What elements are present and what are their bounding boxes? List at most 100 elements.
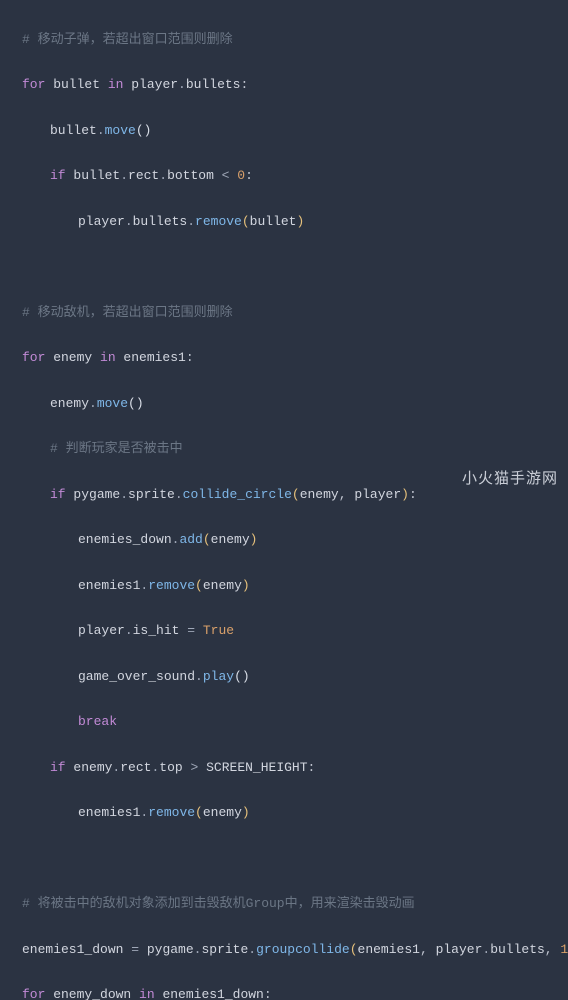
dot: .	[172, 532, 180, 547]
ident: enemies1	[116, 350, 186, 365]
ident: enemies1_down	[155, 987, 264, 1000]
dot: .	[140, 805, 148, 820]
space	[195, 623, 203, 638]
kw-in: in	[100, 350, 116, 365]
comment-line: # 将被击中的敌机对象添加到击毁敌机Group中，用来渲染击毁动画	[22, 896, 415, 911]
space	[198, 760, 206, 775]
dot: .	[482, 942, 490, 957]
dot: .	[89, 396, 97, 411]
ident: enemies1	[78, 578, 140, 593]
ident: bullet	[45, 77, 107, 92]
dot: .	[125, 214, 133, 229]
colon: :	[240, 77, 248, 92]
parens: ()	[136, 123, 152, 138]
ident: bullets	[186, 77, 241, 92]
rparen: )	[250, 532, 258, 547]
op-assign: =	[131, 942, 139, 957]
ident: enemy	[50, 396, 89, 411]
rparen: )	[242, 805, 250, 820]
arg: enemies1	[358, 942, 420, 957]
lparen: (	[195, 805, 203, 820]
arg: bullets	[490, 942, 545, 957]
number: 1	[560, 942, 568, 957]
parens: ()	[234, 669, 250, 684]
ident: is_hit	[133, 623, 188, 638]
arg: enemy	[203, 578, 242, 593]
dot: .	[178, 77, 186, 92]
dot: .	[125, 623, 133, 638]
op-gt: >	[190, 760, 198, 775]
lparen: (	[195, 578, 203, 593]
dot: .	[151, 760, 159, 775]
func-call: remove	[148, 805, 195, 820]
comma: ,	[545, 942, 561, 957]
dot: .	[120, 168, 128, 183]
ident: player	[78, 623, 125, 638]
code-editor: # 移动子弹，若超出窗口范围则删除 for bullet in player.b…	[0, 0, 568, 1000]
dot: .	[195, 669, 203, 684]
dot: .	[112, 760, 120, 775]
ident: bullets	[133, 214, 188, 229]
lparen: (	[242, 214, 250, 229]
dot: .	[159, 168, 167, 183]
ident: enemies1_down	[22, 942, 131, 957]
kw-for: for	[22, 350, 45, 365]
rparen: )	[296, 214, 304, 229]
arg: bullet	[250, 214, 297, 229]
ident: player	[78, 214, 125, 229]
kw-break: break	[78, 714, 117, 729]
ident: enemies_down	[78, 532, 172, 547]
lparen: (	[350, 942, 358, 957]
comment-line: # 移动子弹，若超出窗口范围则删除	[22, 32, 233, 47]
ident: enemy	[45, 350, 100, 365]
func-call: move	[105, 123, 136, 138]
ident: top	[159, 760, 190, 775]
op-assign: =	[187, 623, 195, 638]
ident: player	[123, 77, 178, 92]
dot: .	[194, 942, 202, 957]
comma: ,	[420, 942, 436, 957]
dot: .	[248, 942, 256, 957]
colon: :	[245, 168, 253, 183]
parens: ()	[128, 396, 144, 411]
comment-line: # 移动敌机，若超出窗口范围则删除	[22, 305, 233, 320]
ident: bottom	[167, 168, 222, 183]
ident: pygame	[147, 942, 194, 957]
kw-if: if	[50, 168, 66, 183]
dot: .	[187, 214, 195, 229]
ident: bullet	[50, 123, 97, 138]
func-call: remove	[148, 578, 195, 593]
kw-for: for	[22, 987, 45, 1000]
ident: bullet	[66, 168, 121, 183]
dot: .	[140, 578, 148, 593]
comment-line: # 判断玩家是否被击中	[50, 441, 183, 456]
ident: game_over_sound	[78, 669, 195, 684]
func-call: move	[97, 396, 128, 411]
colon: :	[308, 760, 316, 775]
number: 0	[237, 168, 245, 183]
ident-const: SCREEN_HEIGHT	[206, 760, 307, 775]
func-call: play	[203, 669, 234, 684]
dot: .	[97, 123, 105, 138]
colon: :	[264, 987, 272, 1000]
kw-for: for	[22, 77, 45, 92]
kw-if: if	[50, 760, 66, 775]
func-call: remove	[195, 214, 242, 229]
ident: rect	[128, 168, 159, 183]
func-call: groupcollide	[256, 942, 350, 957]
arg: player	[436, 942, 483, 957]
lparen: (	[203, 532, 211, 547]
const-true: True	[203, 623, 234, 638]
space	[139, 942, 147, 957]
func-call: add	[179, 532, 202, 547]
ident: enemies1	[78, 805, 140, 820]
kw-in: in	[108, 77, 124, 92]
ident: enemy_down	[45, 987, 139, 1000]
kw-in: in	[139, 987, 155, 1000]
ident: sprite	[201, 942, 248, 957]
arg: enemy	[211, 532, 250, 547]
ident: enemy	[66, 760, 113, 775]
ident: rect	[120, 760, 151, 775]
arg: enemy	[203, 805, 242, 820]
colon: :	[186, 350, 194, 365]
